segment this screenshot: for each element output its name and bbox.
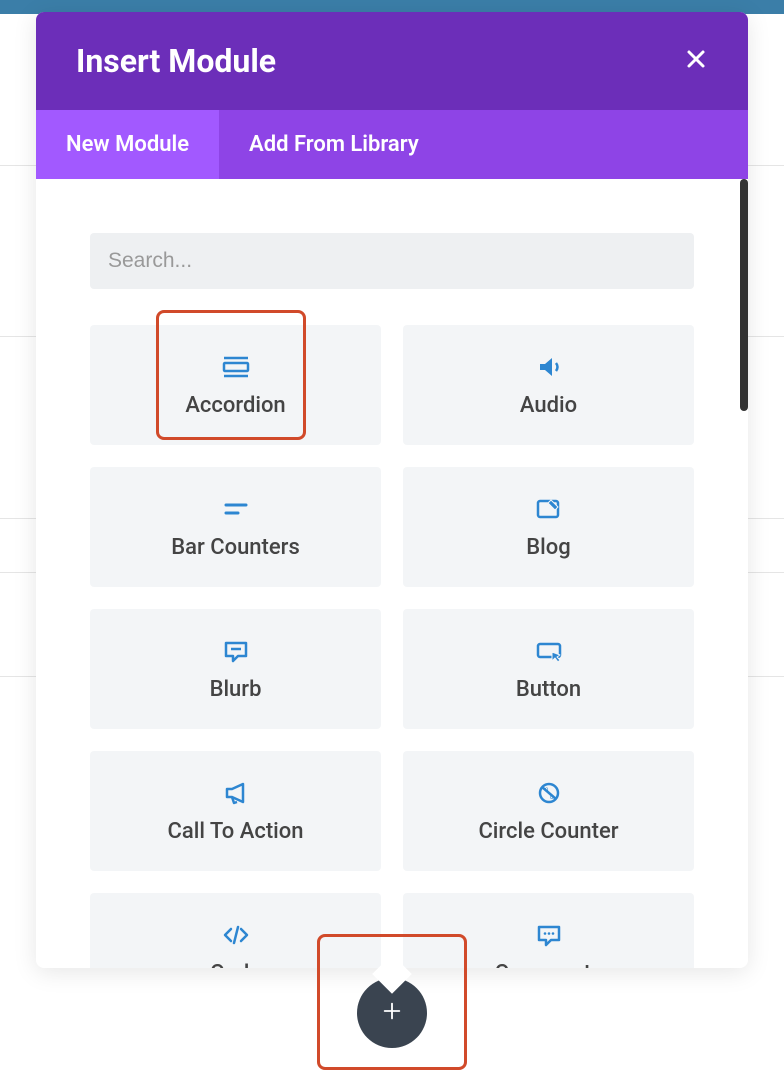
accordion-icon (221, 353, 251, 381)
blog-icon (534, 495, 564, 523)
call-to-action-icon (221, 779, 251, 807)
module-call-to-action[interactable]: Call To Action (90, 751, 381, 871)
module-circle-counter[interactable]: 0 0 Circle Counter (403, 751, 694, 871)
blurb-icon (221, 637, 251, 665)
module-label: Button (516, 677, 581, 702)
module-label: Accordion (185, 393, 285, 418)
circle-counter-icon: 0 0 (534, 779, 564, 807)
module-label: Blog (526, 535, 570, 560)
module-label: Comments (495, 961, 603, 969)
modal-body: Accordion Audio Bar Co (36, 179, 748, 968)
module-button[interactable]: Button (403, 609, 694, 729)
module-label: Blurb (210, 677, 262, 702)
plus-icon (381, 1000, 403, 1026)
module-code[interactable]: Code (90, 893, 381, 968)
tab-add-from-library[interactable]: Add From Library (219, 110, 449, 179)
module-audio[interactable]: Audio (403, 325, 694, 445)
insert-module-modal: Insert Module New Module Add From Librar… (36, 12, 748, 968)
tab-new-module[interactable]: New Module (36, 110, 219, 179)
modules-grid: Accordion Audio Bar Co (90, 325, 694, 968)
module-accordion[interactable]: Accordion (90, 325, 381, 445)
bar-counters-icon (221, 495, 251, 523)
search-input[interactable] (90, 233, 694, 289)
module-label: Bar Counters (171, 535, 300, 560)
code-icon (221, 921, 251, 949)
modal-header: Insert Module (36, 12, 748, 110)
close-icon (684, 47, 708, 75)
comments-icon (534, 921, 564, 949)
scrollbar[interactable] (740, 179, 748, 411)
module-blurb[interactable]: Blurb (90, 609, 381, 729)
modal-title: Insert Module (76, 42, 276, 80)
module-blog[interactable]: Blog (403, 467, 694, 587)
module-comments[interactable]: Comments (403, 893, 694, 968)
tabs: New Module Add From Library (36, 110, 748, 179)
audio-icon (534, 353, 564, 381)
module-bar-counters[interactable]: Bar Counters (90, 467, 381, 587)
module-label: Call To Action (168, 819, 304, 844)
close-button[interactable] (684, 47, 708, 75)
module-label: Audio (520, 393, 577, 418)
module-label: Circle Counter (478, 819, 618, 844)
button-icon (534, 637, 564, 665)
module-label: Code (210, 961, 261, 969)
